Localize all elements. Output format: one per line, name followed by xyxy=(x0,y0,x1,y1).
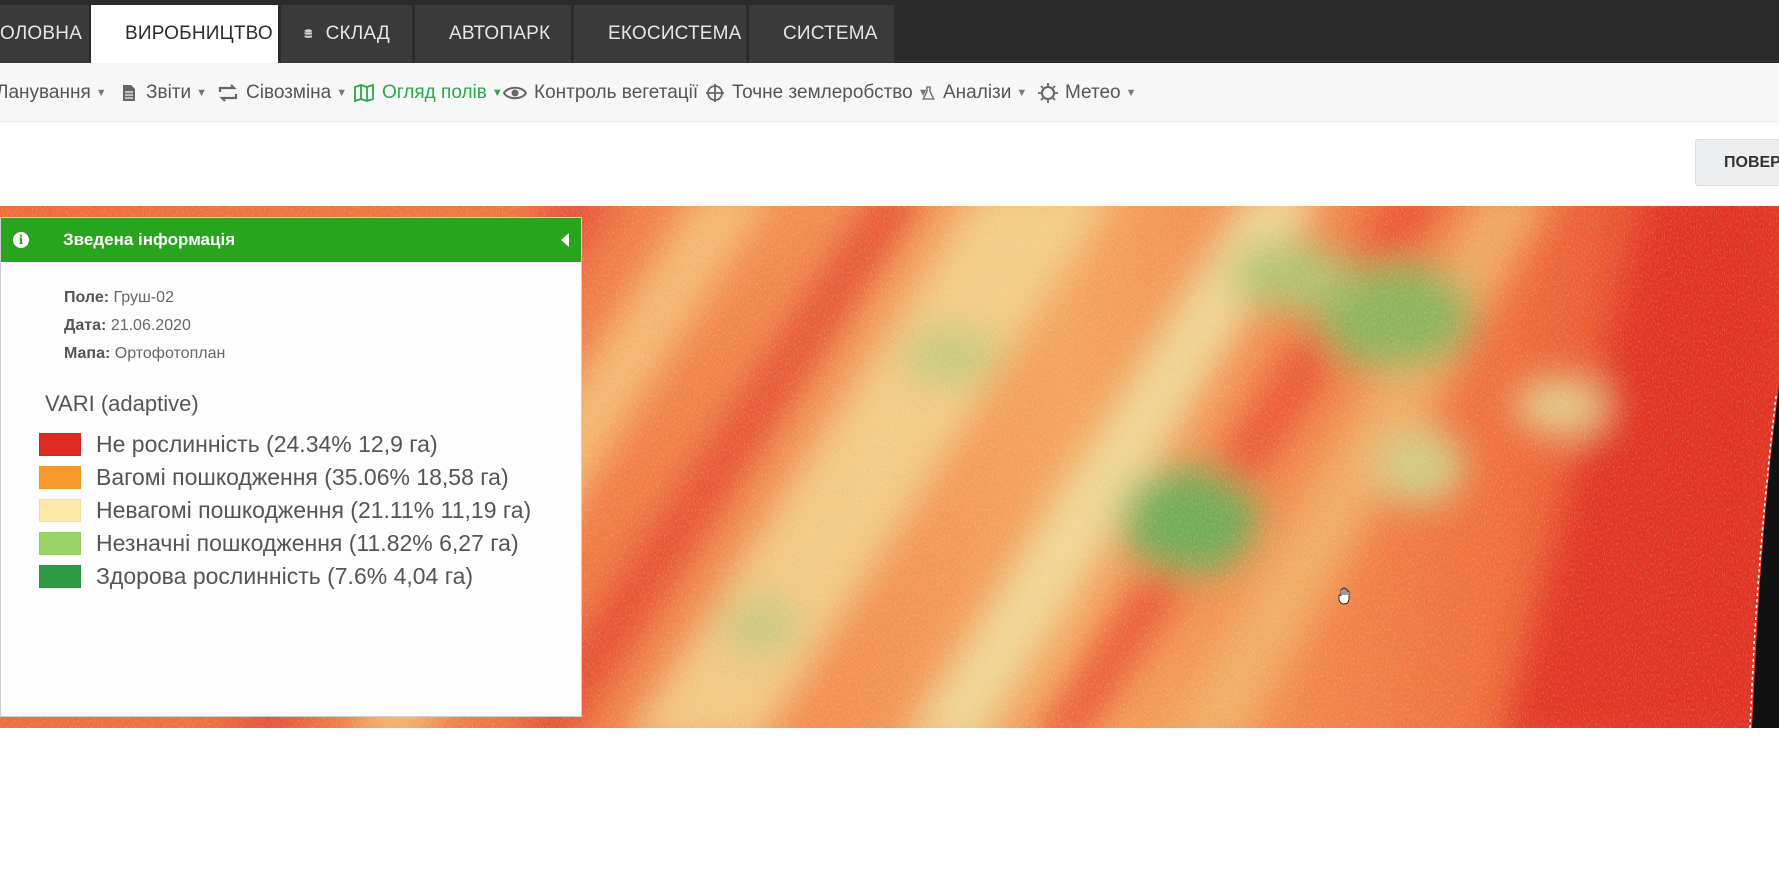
menu-crop-rotation[interactable]: Сівозміна ▼ xyxy=(217,81,347,105)
tab-ecosystem[interactable]: ЕКОСИСТЕМА xyxy=(574,5,747,63)
field-label: Поле: xyxy=(64,289,110,306)
legend-title: VARI (adaptive) xyxy=(45,391,199,416)
map-row: Мапа: Ортофотоплан xyxy=(64,340,225,368)
field-meta: Поле: Груш-02 Дата: 21.06.2020 Мапа: Орт… xyxy=(64,284,225,368)
tab-production[interactable]: ВИРОБНИЦТВО xyxy=(91,5,279,63)
legend: Не рослинність (24.34% 12,9 га) Вагомі п… xyxy=(39,428,531,593)
legend-swatch xyxy=(39,499,81,522)
top-navigation: ОЛОВНА ВИРОБНИЦТВО СКЛАД АВТОПАРК ЕКОСИС… xyxy=(0,0,1779,63)
field-value: Груш-02 xyxy=(113,289,174,306)
summary-panel-header[interactable]: i Зведена інформація xyxy=(1,218,581,262)
date-value: 21.06.2020 xyxy=(110,317,191,334)
map-label: Мапа: xyxy=(64,345,111,362)
eye-icon xyxy=(503,86,527,100)
tab-ecosystem-label: ЕКОСИСТЕМА xyxy=(608,23,742,44)
legend-item: Вагомі пошкодження (35.06% 18,58 га) xyxy=(39,461,531,494)
menu-planning[interactable]: Ланування ▼ xyxy=(0,81,107,105)
menu-precision-farming[interactable]: Точне землеробство ▼ xyxy=(705,81,929,105)
date-label: Дата: xyxy=(64,317,107,334)
legend-item: Не рослинність (24.34% 12,9 га) xyxy=(39,428,531,461)
menu-vegetation-control-label: Контроль вегетації xyxy=(534,82,699,103)
tab-home-label: ОЛОВНА xyxy=(0,23,83,44)
legend-label: Невагомі пошкодження (21.11% 11,19 га) xyxy=(96,497,532,523)
chevron-down-icon: ▼ xyxy=(336,87,348,99)
legend-swatch xyxy=(39,565,81,588)
legend-item: Незначні пошкодження (11.82% 6,27 га) xyxy=(39,527,531,560)
legend-item: Невагомі пошкодження (21.11% 11,19 га) xyxy=(39,494,531,527)
legend-swatch xyxy=(39,532,81,555)
collapse-arrow-icon[interactable] xyxy=(561,233,569,247)
tab-fleet-label: АВТОПАРК xyxy=(449,23,551,44)
document-icon xyxy=(123,85,135,101)
chevron-down-icon: ▼ xyxy=(1016,87,1028,99)
menu-precision-farming-label: Точне землеробство xyxy=(732,82,913,103)
flask-icon xyxy=(922,86,935,100)
menu-field-overview-label: Огляд полів xyxy=(382,82,487,103)
field-row: Поле: Груш-02 xyxy=(64,284,225,312)
sun-icon xyxy=(1038,83,1058,103)
chevron-down-icon: ▼ xyxy=(196,87,207,99)
return-button[interactable]: ПОВЕРН xyxy=(1695,139,1779,186)
secondary-menu: Ланування ▼ Звіти ▼ Сівозміна ▼ Огляд по… xyxy=(0,63,1779,122)
chevron-down-icon: ▼ xyxy=(95,87,107,99)
summary-panel-title: Зведена інформація xyxy=(63,230,236,249)
menu-reports[interactable]: Звіти ▼ xyxy=(119,81,207,105)
menu-planning-label: Ланування xyxy=(0,82,91,103)
menu-analyses-label: Аналізи xyxy=(943,82,1012,103)
tab-system[interactable]: СИСТЕМА xyxy=(749,5,895,63)
tab-system-label: СИСТЕМА xyxy=(783,23,878,44)
tab-home[interactable]: ОЛОВНА xyxy=(0,5,90,63)
tab-warehouse-label: СКЛАД xyxy=(325,23,390,44)
summary-panel: i Зведена інформація Поле: Груш-02 Дата:… xyxy=(0,217,582,717)
rotate-icon xyxy=(218,84,238,102)
menu-crop-rotation-label: Сівозміна xyxy=(246,82,332,103)
menu-analyses[interactable]: Аналізи ▼ xyxy=(921,81,1027,105)
legend-swatch xyxy=(39,466,81,489)
menu-reports-label: Звіти xyxy=(146,82,192,103)
info-icon: i xyxy=(13,232,29,248)
date-row: Дата: 21.06.2020 xyxy=(64,312,225,340)
legend-swatch xyxy=(39,433,81,456)
legend-label: Здорова рослинність (7.6% 4,04 га) xyxy=(96,563,474,589)
legend-label: Вагомі пошкодження (35.06% 18,58 га) xyxy=(96,464,509,490)
tab-warehouse[interactable]: СКЛАД xyxy=(281,5,413,63)
return-button-label: ПОВЕРН xyxy=(1724,153,1779,171)
chevron-down-icon: ▼ xyxy=(1125,87,1137,99)
legend-item: Здорова рослинність (7.6% 4,04 га) xyxy=(39,560,531,593)
tab-fleet[interactable]: АВТОПАРК xyxy=(415,5,572,63)
legend-label: Не рослинність (24.34% 12,9 га) xyxy=(96,431,438,457)
map-icon xyxy=(354,83,374,103)
menu-vegetation-control[interactable]: Контроль вегетації xyxy=(503,81,698,105)
crosshair-icon xyxy=(706,84,724,102)
menu-weather[interactable]: Метео ▼ xyxy=(1038,81,1137,105)
legend-label: Незначні пошкодження (11.82% 6,27 га) xyxy=(96,530,519,556)
menu-weather-label: Метео xyxy=(1065,82,1121,103)
chevron-down-icon: ▼ xyxy=(491,87,503,99)
tab-production-label: ВИРОБНИЦТВО xyxy=(125,23,273,44)
map-value: Ортофотоплан xyxy=(114,345,226,362)
hand-cursor-icon xyxy=(1338,587,1350,605)
database-icon xyxy=(304,29,312,38)
menu-field-overview[interactable]: Огляд полів ▼ xyxy=(353,81,503,105)
